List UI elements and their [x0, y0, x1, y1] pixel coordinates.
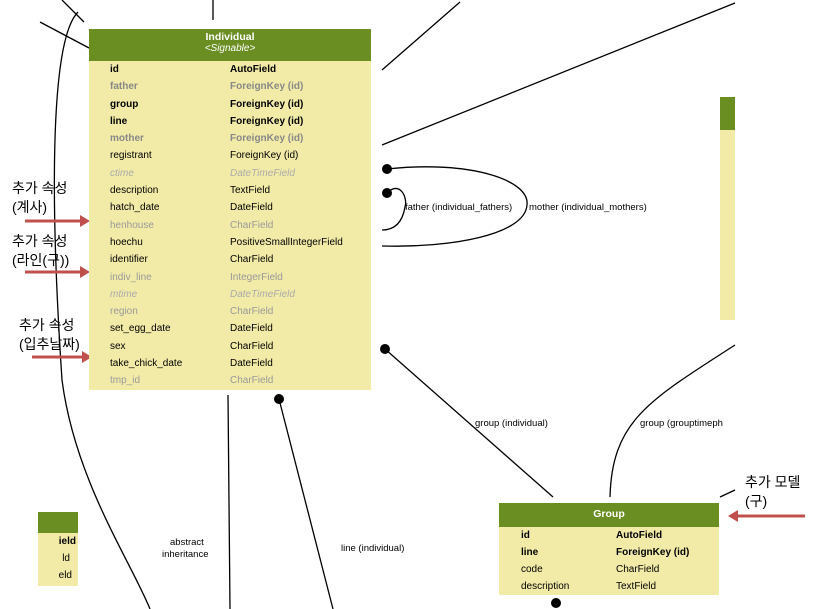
field-type: CharField [230, 306, 274, 318]
field-name: description [110, 185, 159, 197]
field-type: eld [58, 570, 72, 581]
group-table[interactable]: Group id AutoField line ForeignKey (id) code… [499, 503, 719, 595]
abstract-label: abstract [170, 537, 204, 548]
field-name: group [110, 98, 139, 110]
field-name: code [521, 564, 543, 575]
field-row: hatch_date DateField [89, 199, 371, 216]
field-type: DateField [230, 358, 273, 370]
field-type: PositiveSmallIntegerField [230, 236, 343, 248]
field-row: father ForeignKey (id) [89, 78, 371, 95]
field-type: TextField [616, 581, 657, 592]
relation-dot [551, 598, 561, 608]
field-row: identifier CharField [89, 251, 371, 268]
field-type: ForeignKey (id) [230, 98, 304, 110]
field-row: henhouse CharField [89, 217, 371, 234]
field-row: registrant ForeignKey (id) [89, 147, 371, 164]
field-name: sex [110, 340, 126, 352]
field-type: AutoField [616, 530, 663, 541]
field-row: hoechu PositiveSmallIntegerField [89, 234, 371, 251]
field-name: id [521, 530, 530, 541]
table-title: Individual [205, 31, 255, 43]
field-row: description TextField [499, 578, 719, 595]
field-name: identifier [110, 254, 148, 266]
note-indiv-line: 추가 속성 (라인(구)) [12, 233, 70, 268]
field-name: id [110, 64, 119, 75]
relation-dot [382, 164, 392, 174]
group-header: Group [499, 503, 719, 527]
field-name: hatch_date [110, 202, 160, 214]
field-type: TextField [230, 185, 271, 197]
field-row: line ForeignKey (id) [89, 113, 371, 130]
field-row: id AutoField [499, 527, 719, 544]
right-partial-table[interactable] [720, 97, 735, 320]
relation-label-grouptime: group (grouptimeph [640, 418, 723, 429]
field-name: mtime [110, 288, 138, 300]
inheritance-label: inheritance [162, 549, 209, 560]
field-name: take_chick_date [110, 358, 183, 370]
field-type: CharField [616, 564, 660, 575]
field-row: tmp_id CharField [89, 372, 371, 389]
field-row: indiv_line IntegerField [89, 269, 371, 286]
field-row: sex CharField [89, 338, 371, 355]
relation-dot [382, 188, 392, 198]
relation-label-mother: mother (individual_mothers) [529, 202, 647, 213]
field-type: CharField [230, 219, 274, 231]
field-type: ld [62, 553, 70, 564]
relation-dot [274, 394, 284, 404]
field-name: ctime [110, 167, 134, 179]
individual-table[interactable]: Individual <Signable> id AutoField father F… [89, 29, 371, 390]
field-name: region [110, 306, 138, 318]
partial-header [720, 97, 735, 130]
field-row: line ForeignKey (id) [499, 544, 719, 561]
field-row: ctime DateTimeField [89, 165, 371, 182]
note-henhouse: 추가 속성 (계사) [12, 180, 68, 215]
field-type: DateField [230, 323, 273, 335]
field-row: region CharField [89, 303, 371, 320]
field-type: CharField [230, 375, 274, 387]
individual-header: Individual <Signable> [89, 29, 371, 61]
field-name: set_egg_date [110, 323, 171, 335]
table-stereotype: <Signable> [204, 43, 256, 54]
left-partial-table[interactable]: ield ld eld [38, 512, 78, 586]
field-name: henhouse [110, 219, 154, 231]
relation-label-line: line (individual) [341, 543, 405, 554]
field-type: ield [58, 536, 76, 547]
field-name: father [110, 81, 138, 93]
field-name: registrant [110, 150, 152, 162]
field-type: DateTimeField [230, 288, 295, 300]
field-type: IntegerField [230, 271, 283, 283]
field-type: DateTimeField [230, 167, 295, 179]
field-row: description TextField [89, 182, 371, 199]
field-name: tmp_id [110, 375, 141, 387]
table-title: Group [593, 508, 625, 520]
field-row: mother ForeignKey (id) [89, 130, 371, 147]
field-name: description [521, 581, 570, 592]
field-row: mtime DateTimeField [89, 286, 371, 303]
partial-header [38, 512, 78, 533]
field-type: DateField [230, 202, 273, 214]
field-name: indiv_line [110, 271, 152, 283]
field-row: set_egg_date DateField [89, 320, 371, 337]
field-type: CharField [230, 340, 274, 352]
field-name: hoechu [110, 236, 143, 248]
relation-label-group: group (individual) [475, 418, 548, 429]
field-type: ForeignKey (id) [230, 115, 304, 127]
field-type: CharField [230, 254, 274, 266]
relation-dot [380, 344, 390, 354]
field-type: ForeignKey (id) [230, 150, 299, 162]
note-take-chick-date: 추가 속성 (입추날짜) [19, 317, 80, 352]
field-name: line [110, 115, 128, 127]
field-row: code CharField [499, 561, 719, 578]
note-group-model: 추가 모델 (구) [745, 474, 801, 509]
field-name: line [521, 547, 539, 558]
field-type: ForeignKey (id) [230, 81, 304, 93]
field-type: AutoField [230, 64, 277, 75]
field-type: ForeignKey (id) [230, 133, 304, 145]
field-row: id AutoField [89, 61, 371, 78]
field-row: take_chick_date DateField [89, 355, 371, 372]
field-name: mother [110, 133, 144, 145]
relation-label-father: father (individual_fathers) [405, 202, 513, 213]
field-row: group ForeignKey (id) [89, 96, 371, 113]
field-type: ForeignKey (id) [616, 547, 690, 558]
